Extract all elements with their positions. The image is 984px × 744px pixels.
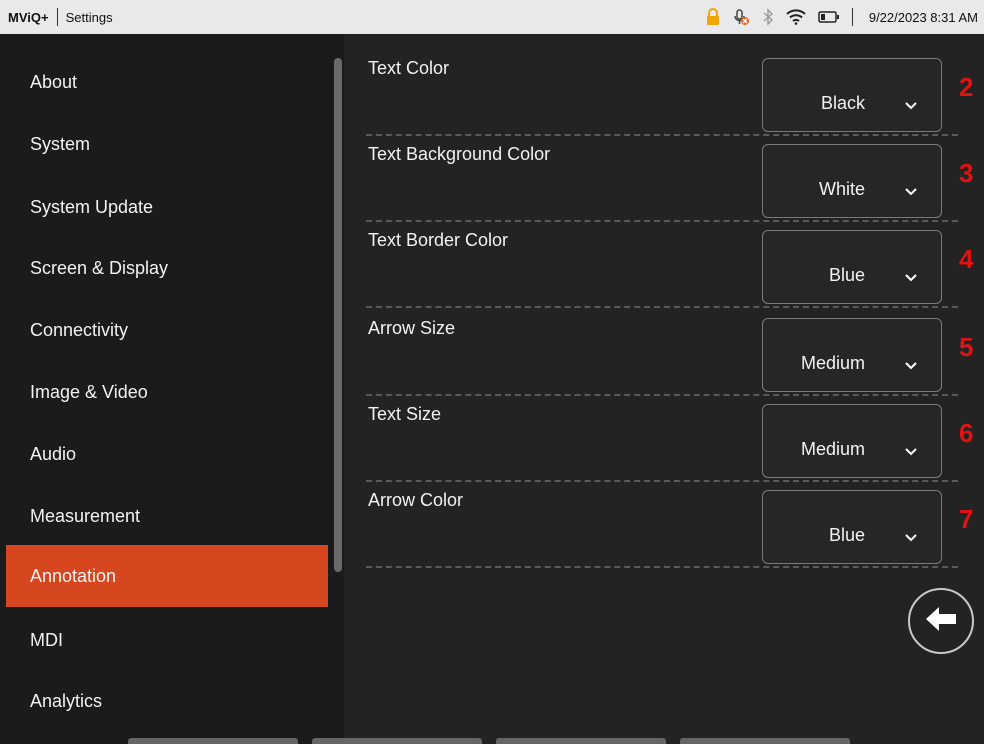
datetime: 9/22/2023 8:31 AM — [868, 9, 978, 25]
lock-icon — [706, 8, 720, 26]
row-divider — [366, 566, 958, 568]
soft-key-tab[interactable] — [680, 738, 850, 744]
dropdown-value: Blue — [828, 525, 865, 545]
text-border-color-dropdown[interactable]: Blue — [762, 230, 942, 304]
text-size-dropdown[interactable]: Medium — [762, 404, 942, 478]
dropdown-value: White — [818, 179, 865, 199]
soft-key-tab[interactable] — [496, 738, 666, 744]
callout-number: 5 — [959, 332, 974, 362]
sidebar-item-mdi[interactable]: MDI — [6, 609, 328, 671]
battery-icon — [818, 11, 840, 23]
row-divider — [366, 306, 958, 308]
sidebar-item-label: Connectivity — [30, 319, 129, 340]
sidebar-item-label: System Update — [30, 196, 154, 217]
sidebar-item-label: System — [30, 133, 91, 154]
status-divider — [851, 8, 853, 26]
sidebar-item-connectivity[interactable]: Connectivity — [6, 299, 328, 361]
callout-number: 3 — [959, 158, 974, 188]
sidebar-item-label: MDI — [30, 629, 63, 650]
callout-number: 2 — [959, 72, 974, 102]
dropdown-value: Blue — [828, 265, 865, 285]
sidebar-item-system[interactable]: System — [6, 113, 328, 175]
sidebar-item-label: Analytics — [30, 690, 103, 711]
sidebar-item-analytics[interactable]: Analytics — [6, 670, 328, 732]
sidebar-scrollbar[interactable] — [334, 58, 342, 572]
callout-number: 7 — [959, 504, 974, 534]
status-icons: 9/22/2023 8:31 AM — [706, 0, 978, 34]
dropdown-value: Black — [820, 93, 865, 113]
setting-row-text-border-color: Text Border Color Blue 4 — [344, 222, 984, 308]
app-brand: MViQ+ — [8, 9, 49, 25]
setting-row-text-background-color: Text Background Color White 3 — [344, 136, 984, 222]
annotation-settings-panel: Text Color Black 2 Text Background Color… — [344, 34, 984, 744]
sidebar-item-image-video[interactable]: Image & Video — [6, 361, 328, 423]
settings-sidebar: About System System Update Screen & Disp… — [0, 34, 344, 744]
breadcrumb: Settings — [65, 9, 113, 25]
chevron-down-icon — [905, 443, 917, 461]
mic-muted-icon — [732, 8, 750, 26]
text-background-color-dropdown[interactable]: White — [762, 144, 942, 218]
chevron-down-icon — [905, 357, 917, 375]
sidebar-item-annotation[interactable]: Annotation — [6, 545, 328, 607]
setting-row-text-color: Text Color Black 2 — [344, 50, 984, 136]
sidebar-item-system-update[interactable]: System Update — [6, 176, 328, 238]
callout-number: 6 — [959, 418, 974, 448]
arrow-size-dropdown[interactable]: Medium — [762, 318, 942, 392]
chevron-down-icon — [905, 269, 917, 287]
setting-label: Text Size — [368, 404, 442, 424]
arrow-color-dropdown[interactable]: Blue — [762, 490, 942, 564]
bluetooth-icon — [762, 8, 774, 26]
chevron-down-icon — [905, 97, 917, 115]
sidebar-item-screen-display[interactable]: Screen & Display — [6, 237, 328, 299]
back-button[interactable] — [908, 588, 974, 654]
setting-label: Arrow Size — [368, 318, 456, 338]
sidebar-item-label: Measurement — [30, 505, 141, 526]
sidebar-item-label: Annotation — [30, 565, 117, 586]
sidebar-item-measurement[interactable]: Measurement — [6, 485, 328, 547]
arrow-left-icon — [924, 605, 958, 638]
status-bar: MViQ+ Settings 9/22/2023 8:31 AM — [0, 0, 984, 34]
setting-row-text-size: Text Size Medium 6 — [344, 396, 984, 482]
setting-label: Arrow Color — [368, 490, 464, 510]
sidebar-item-audio[interactable]: Audio — [6, 423, 328, 485]
dropdown-value: Medium — [800, 439, 865, 459]
chevron-down-icon — [905, 529, 917, 547]
title-divider — [56, 8, 58, 26]
soft-key-tab[interactable] — [312, 738, 482, 744]
dropdown-value: Medium — [800, 353, 865, 373]
wifi-icon — [786, 9, 806, 25]
setting-label: Text Border Color — [368, 230, 509, 250]
sidebar-item-label: Screen & Display — [30, 257, 169, 278]
setting-label: Text Color — [368, 58, 450, 78]
sidebar-item-label: Audio — [30, 443, 77, 464]
sidebar-item-label: Image & Video — [30, 381, 148, 402]
setting-row-arrow-color: Arrow Color Blue 7 — [344, 482, 984, 568]
sidebar-item-label: About — [30, 71, 78, 92]
setting-row-arrow-size: Arrow Size Medium 5 — [344, 310, 984, 396]
chevron-down-icon — [905, 183, 917, 201]
setting-label: Text Background Color — [368, 144, 551, 164]
soft-key-tab[interactable] — [128, 738, 298, 744]
sidebar-item-about[interactable]: About — [6, 51, 328, 113]
callout-number: 4 — [959, 244, 974, 274]
text-color-dropdown[interactable]: Black — [762, 58, 942, 132]
